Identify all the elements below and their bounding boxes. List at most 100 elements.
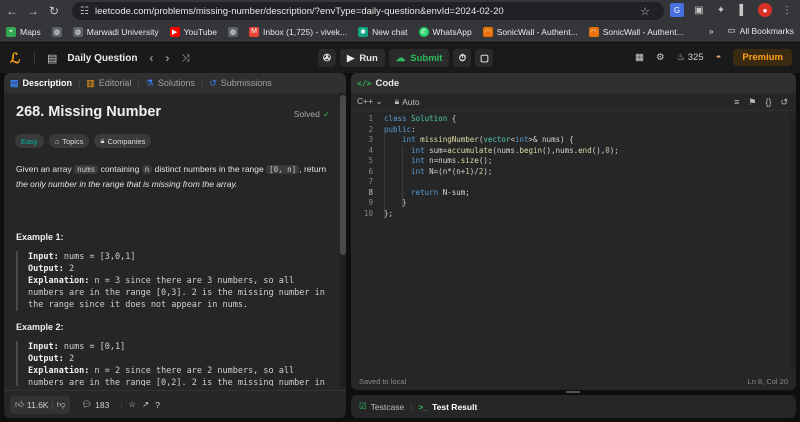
streak-counter[interactable]: ♨ 325: [677, 52, 704, 63]
format-icon[interactable]: ≡: [734, 97, 739, 108]
tab-submissions[interactable]: ↺ Submissions: [209, 78, 272, 89]
tab-solutions[interactable]: ⚗ Solutions: [146, 78, 195, 89]
comments-button[interactable]: 💬︎ 183: [76, 396, 114, 414]
inline-code: nums: [74, 165, 99, 174]
extension-icon[interactable]: ▣: [692, 3, 706, 17]
code-line: 8 return N-sum;: [368, 187, 470, 197]
bookmark-youtube[interactable]: ▶ YouTube: [169, 26, 217, 37]
leetcode-logo-icon[interactable]: ℒ: [10, 51, 24, 65]
scrollbar-thumb[interactable]: [340, 95, 346, 255]
forward-icon[interactable]: →: [24, 2, 42, 20]
daily-question-label[interactable]: Daily Question: [67, 53, 137, 64]
maps-icon: ⌖: [6, 26, 16, 37]
address-bar[interactable]: ☷ leetcode.com/problems/missing-number/d…: [72, 2, 664, 20]
share-icon[interactable]: ↗: [142, 399, 149, 410]
submit-button[interactable]: ☁ Submit: [388, 49, 450, 67]
bookmark-whatsapp[interactable]: ✆ WhatsApp: [418, 26, 472, 37]
reset-icon[interactable]: ↺: [780, 97, 788, 108]
timer-icon[interactable]: ⏱: [453, 49, 472, 67]
bookmark-newchat[interactable]: ✺ New chat: [358, 26, 408, 37]
code-brackets-icon: </>: [357, 78, 372, 88]
bookmark-maps[interactable]: ⌖ Maps: [6, 26, 41, 37]
code-editor[interactable]: 1 class Solution { 2 public: 3 int missing…: [351, 114, 796, 369]
whatsapp-icon: ✆: [418, 26, 429, 37]
example-2-heading: Example 2:: [16, 322, 64, 332]
run-button[interactable]: ▶ Run: [340, 49, 385, 67]
comment-icon: 💬︎: [81, 399, 93, 409]
inline-code: n: [141, 165, 153, 174]
tab-test-result[interactable]: >_ Test Result: [418, 402, 477, 412]
debug-icon[interactable]: ✇: [318, 49, 336, 67]
problem-list-icon[interactable]: ▤: [47, 52, 57, 65]
extensions-puzzle-icon[interactable]: ✦: [714, 3, 728, 17]
book-icon: ▥: [86, 77, 95, 88]
chevron-down-icon: ⌄: [375, 96, 383, 106]
play-icon: ▶: [347, 52, 355, 64]
bookmark-globe[interactable]: ◍: [51, 26, 62, 37]
bookmark-globe-2[interactable]: ◍: [228, 26, 238, 37]
chatgpt-icon: ✺: [358, 26, 369, 37]
inline-code: [0, n]: [266, 165, 300, 174]
back-icon[interactable]: ←: [3, 2, 21, 20]
tab-testcase[interactable]: ☑ Testcase: [359, 401, 404, 412]
terminal-icon: >_: [418, 401, 429, 412]
code-line: 5 int n=nums.size();: [368, 156, 493, 165]
difficulty-badge: Easy: [15, 134, 44, 148]
more-bookmarks-icon[interactable]: »: [709, 26, 714, 36]
bookmark-marwadi[interactable]: ◍ Marwadi University: [72, 26, 159, 37]
problem-description: Given an array nums containing n distinc…: [16, 164, 327, 189]
divider: |: [78, 78, 81, 88]
editor-status-bar: Saved to local Ln 8, Col 20: [351, 372, 796, 390]
bookmark-star-icon[interactable]: ☆: [640, 5, 650, 18]
shuffle-icon[interactable]: ⤨: [181, 53, 189, 64]
next-problem-icon[interactable]: ›: [165, 51, 169, 65]
description-panel: ▤ Description | ▥ Editorial | ⚗ Solutions |…: [4, 73, 346, 418]
panel-resize-handle[interactable]: [566, 391, 580, 393]
profile-avatar[interactable]: ●: [758, 3, 772, 17]
premium-button[interactable]: Premium: [733, 49, 792, 66]
favorite-star-icon[interactable]: ☆: [129, 399, 137, 410]
translate-extension-icon[interactable]: G: [670, 3, 684, 17]
reload-icon[interactable]: ↻: [45, 2, 63, 20]
code-tab-header: </> Code: [351, 73, 796, 93]
prev-problem-icon[interactable]: ‹: [149, 51, 153, 65]
code-line: 3 int missingNumber(vector<int>& nums) {: [368, 135, 574, 144]
code-line: 9 }: [368, 198, 407, 207]
folder-icon: ▭: [727, 25, 736, 35]
companies-button[interactable]: 🔒︎ Companies: [94, 134, 152, 148]
sidepanel-icon[interactable]: ▌: [736, 3, 750, 17]
topics-button[interactable]: ⌂ Topics: [48, 134, 90, 148]
all-bookmarks[interactable]: ▭ All Bookmarks: [728, 25, 794, 36]
bookmark-sonicwall-1[interactable]: ◠ SonicWall - Authent...: [482, 26, 578, 37]
settings-gear-icon[interactable]: ⚙: [656, 52, 665, 63]
language-select[interactable]: C++ ⌄: [357, 96, 383, 107]
tab-description[interactable]: ▤ Description: [10, 78, 72, 89]
like-button[interactable]: 👍︎ 11.6K | 👎︎: [10, 395, 71, 414]
help-icon[interactable]: ?: [155, 400, 160, 410]
gmail-icon: M: [249, 26, 259, 37]
menu-kebab-icon[interactable]: ⋮: [780, 3, 794, 17]
bookmark-icon[interactable]: ⚑: [748, 97, 756, 108]
site-info-icon[interactable]: ☷: [80, 6, 89, 17]
example-2-block: Input: nums = [0,1] Output: 2 Explanatio…: [16, 341, 328, 386]
example-1-block: Input: nums = [3,0,1] Output: 2 Explanat…: [16, 251, 328, 311]
bookmark-inbox[interactable]: M Inbox (1,725) - vivek...: [249, 26, 347, 37]
description-scrollbar[interactable]: [340, 93, 346, 388]
leetcode-topbar: ℒ ▤ Daily Question ‹ › ⤨ ✇ ▶ Run ☁ Submit …: [0, 43, 800, 73]
code-line: 4 int sum=accumulate(nums.begin(),nums.e…: [368, 145, 619, 155]
code-tab-title[interactable]: Code: [375, 78, 399, 89]
braces-icon[interactable]: {}: [765, 97, 771, 108]
cursor-position: Ln 8, Col 20: [747, 376, 788, 386]
autocomplete-toggle[interactable]: 🔒︎ Auto: [395, 96, 420, 107]
problem-title[interactable]: 268. Missing Number: [16, 104, 161, 120]
youtube-icon: ▶: [169, 26, 180, 37]
avatar[interactable]: ◓: [716, 52, 722, 63]
notes-icon[interactable]: ▢: [475, 49, 494, 67]
editor-scrollbar[interactable]: [790, 114, 796, 369]
tab-editorial[interactable]: ▥ Editorial: [86, 78, 131, 89]
bookmark-sonicwall-2[interactable]: ◠ SonicWall - Authent...: [588, 26, 684, 37]
lock-icon: 🔒︎: [100, 136, 105, 145]
test-panel: ☑ Testcase | >_ Test Result: [351, 395, 796, 418]
layout-grid-icon[interactable]: ▦: [635, 52, 644, 63]
code-line: 2 public:: [368, 124, 416, 134]
